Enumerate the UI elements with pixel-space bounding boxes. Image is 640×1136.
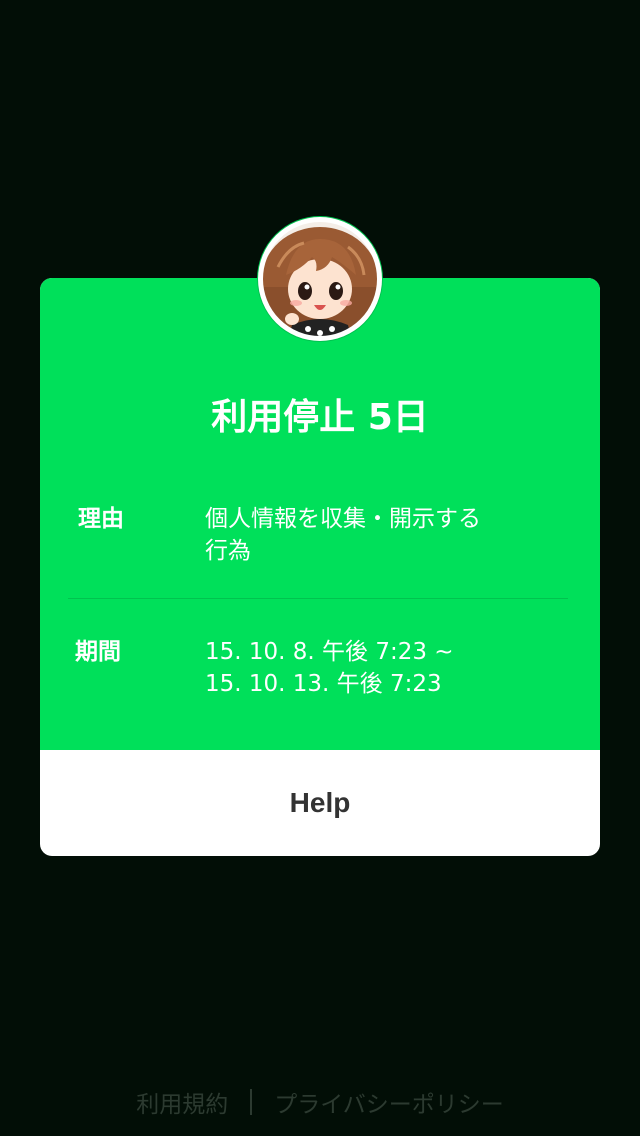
period-start: 15. 10. 8. 午後 7:23 ~ — [205, 639, 454, 665]
dialog-title: 利用停止 5日 — [211, 397, 429, 438]
reason-label: 理由 — [78, 506, 124, 532]
terms-link[interactable]: 利用規約 — [136, 1085, 228, 1119]
footer-links: 利用規約 プライバシーポリシー — [0, 1084, 640, 1120]
reason-value: 個人情報を収集・開示する 行為 — [205, 503, 481, 567]
privacy-policy-link[interactable]: プライバシーポリシー — [274, 1085, 504, 1119]
divider — [68, 598, 568, 599]
period-label: 期間 — [75, 639, 121, 665]
period-end: 15. 10. 13. 午後 7:23 — [205, 671, 442, 697]
footer-separator — [250, 1089, 253, 1115]
period-value: 15. 10. 8. 午後 7:23 ~ 15. 10. 13. 午後 7:23 — [205, 636, 454, 700]
help-button[interactable]: Help — [40, 750, 600, 856]
dialog-info-panel: 利用停止 5日 理由 個人情報を収集・開示する 行為 期間 15. 10. 8.… — [40, 278, 600, 750]
reason-line-1: 個人情報を収集・開示する — [205, 506, 481, 532]
help-button-label: Help — [289, 787, 351, 818]
reason-line-2: 行為 — [205, 538, 251, 564]
suspension-dialog: 利用停止 5日 理由 個人情報を収集・開示する 行為 期間 15. 10. 8.… — [40, 278, 600, 856]
cartoon-girl-avatar-icon — [258, 217, 382, 341]
